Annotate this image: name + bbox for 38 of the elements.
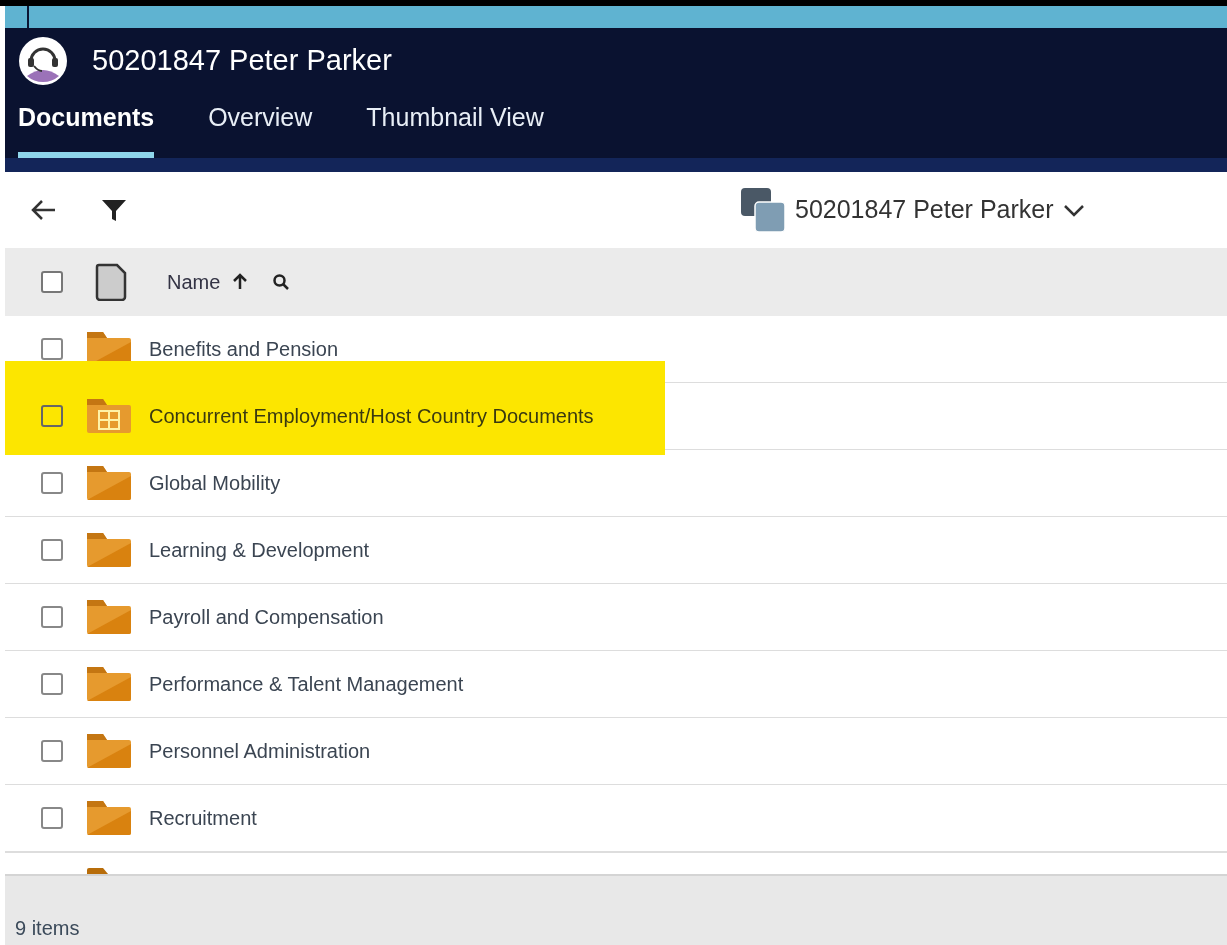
folder-name[interactable]: Recruitment	[149, 803, 257, 833]
checkbox[interactable]	[41, 539, 63, 561]
context-dropdown[interactable]: 50201847 Peter Parker	[739, 186, 1086, 234]
stacked-squares-icon	[739, 186, 787, 234]
checkbox[interactable]	[41, 740, 63, 762]
filter-icon[interactable]	[101, 197, 127, 223]
folder-icon	[87, 732, 131, 770]
avatar-icon	[18, 36, 68, 86]
folder-icon	[87, 799, 131, 837]
tab[interactable]: Thumbnail View	[366, 98, 544, 158]
checkbox[interactable]	[41, 807, 63, 829]
document-icon	[95, 263, 127, 301]
folder-name[interactable]: Personnel Administration	[149, 736, 371, 766]
folder-icon	[87, 531, 131, 569]
checkbox[interactable]	[41, 472, 63, 494]
folder-name[interactable]: Performance & Talent Management	[149, 669, 464, 699]
checkbox[interactable]	[41, 606, 63, 628]
folder-icon	[87, 868, 108, 874]
checkbox[interactable]	[41, 405, 63, 427]
chevron-down-icon	[1061, 202, 1086, 218]
back-arrow-icon[interactable]	[29, 198, 57, 222]
checkbox[interactable]	[41, 338, 63, 360]
checkbox[interactable]	[41, 271, 63, 293]
folder-name[interactable]: Benefits and Pension	[149, 334, 339, 364]
folder-name[interactable]: Concurrent Employment/Host Country Documents	[149, 401, 594, 431]
folder-icon	[87, 464, 131, 502]
folder-icon	[87, 665, 131, 703]
grid-folder-icon	[87, 397, 131, 435]
folder-name[interactable]: Payroll and Compensation	[149, 602, 384, 632]
tab[interactable]: Overview	[208, 98, 313, 158]
search-icon[interactable]	[272, 273, 291, 291]
folder-icon	[87, 598, 131, 636]
user-title: 50201847 Peter Parker	[92, 43, 392, 79]
checkbox[interactable]	[41, 673, 63, 695]
item-count: 9 items	[15, 916, 80, 941]
folder-name[interactable]: Learning & Development	[149, 535, 370, 565]
folder-name[interactable]: Global Mobility	[149, 468, 281, 498]
name-column-header[interactable]: Name	[167, 267, 249, 297]
